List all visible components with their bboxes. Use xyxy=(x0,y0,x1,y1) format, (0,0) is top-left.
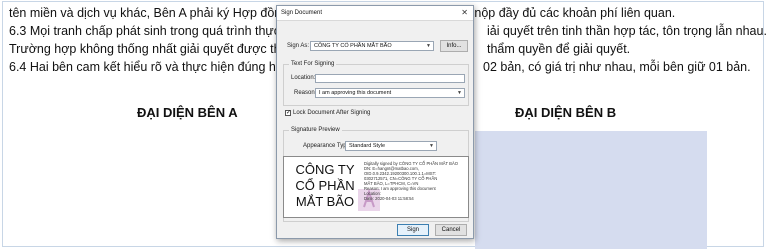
chevron-down-icon: ▼ xyxy=(429,143,434,149)
close-icon[interactable]: ✕ xyxy=(461,8,468,17)
sign-as-value: CÔNG TY CỔ PHẦN MẮT BÃO xyxy=(314,43,392,49)
chevron-down-icon: ▼ xyxy=(426,43,431,49)
signature-preview: CÔNG TY CỔ PHẦN MẮT BÃO Digitally signed… xyxy=(283,156,469,218)
preview-details: Digitally signed by CÔNG TY CỔ PHẦN MẮT … xyxy=(364,161,468,201)
dialog-title-bar: Sign Document ✕ xyxy=(277,6,473,21)
sign-as-select[interactable]: CÔNG TY CỔ PHẦN MẮT BÃO ▼ xyxy=(310,41,434,51)
reason-select[interactable]: I am approving this document ▼ xyxy=(315,88,465,98)
doc-line-4b: 02 bản, có giá trị như nhau, mỗi bên giữ… xyxy=(483,60,751,74)
sign-button[interactable]: Sign xyxy=(397,224,429,236)
preview-signer-name: CÔNG TY CỔ PHẦN MẮT BÃO xyxy=(295,162,355,209)
preview-detail-line: Date: 2020-04-03 11:58:54 xyxy=(364,196,414,201)
sign-document-dialog: Sign Document ✕ Sign As: CÔNG TY CỔ PHẦN… xyxy=(276,5,474,239)
doc-line-3a: Trường hợp không thống nhất giải quyết đ… xyxy=(9,42,294,56)
location-label: Location: xyxy=(291,75,316,81)
info-button[interactable]: Info... xyxy=(440,40,468,52)
party-a-heading: ĐẠI DIỆN BÊN A xyxy=(137,105,238,120)
reason-label: Reason: xyxy=(294,90,317,96)
lock-document-checkbox[interactable]: ✓ xyxy=(285,110,291,116)
dialog-title: Sign Document xyxy=(281,10,323,16)
text-for-signing-group: Text For Signing xyxy=(283,61,469,106)
chevron-down-icon: ▼ xyxy=(457,90,462,96)
doc-line-2a: 6.3 Mọi tranh chấp phát sinh trong quá t… xyxy=(9,24,291,38)
signature-preview-title: Signature Preview xyxy=(289,127,342,134)
cancel-button[interactable]: Cancel xyxy=(435,224,467,236)
lock-document-label: Lock Document After Signing xyxy=(293,110,371,116)
signature-area-b[interactable] xyxy=(475,131,707,249)
appearance-type-select[interactable]: Standard Style ▼ xyxy=(345,141,437,151)
reason-value: I am approving this document xyxy=(319,90,392,96)
doc-line-4a: 6.4 Hai bên cam kết hiểu rõ và thực hiện… xyxy=(9,60,292,74)
doc-line-2b: iải quyết trên tinh thần hợp tác, tôn tr… xyxy=(487,24,767,38)
doc-line-3b: thẩm quyền để giải quyết. xyxy=(487,42,631,56)
sign-as-label: Sign As: xyxy=(287,43,310,49)
location-field[interactable] xyxy=(315,74,465,83)
text-for-signing-title: Text For Signing xyxy=(289,61,337,68)
party-b-heading: ĐẠI DIỆN BÊN B xyxy=(515,105,617,120)
appearance-type-value: Standard Style xyxy=(349,143,386,149)
